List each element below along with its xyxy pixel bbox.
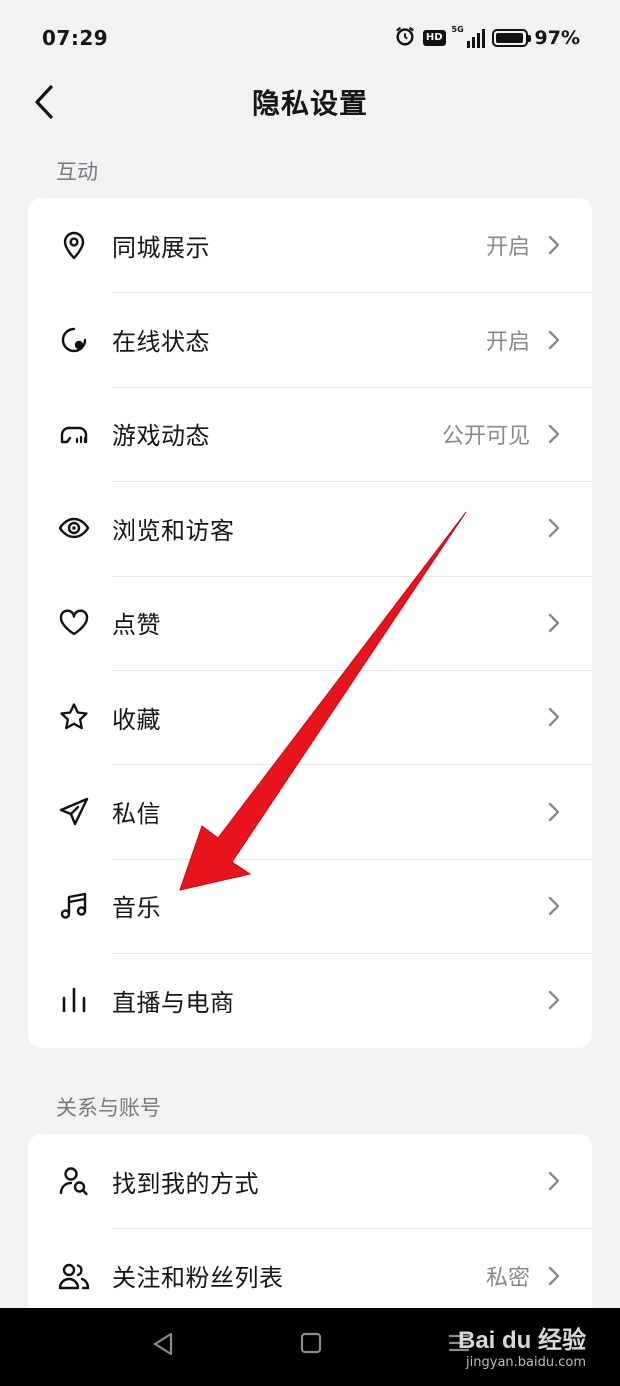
watermark-sub: jingyan.baidu.com	[466, 1355, 586, 1370]
back-button[interactable]	[22, 80, 66, 124]
section-title-interaction: 互动	[56, 160, 98, 184]
row-value: 开启	[485, 235, 530, 261]
header: 隐私设置	[0, 76, 620, 128]
signal-icon: 5G	[451, 25, 485, 48]
chevron-right-icon	[548, 329, 562, 351]
setting-row-game-activity[interactable]: 游戏动态 公开可见	[28, 386, 592, 481]
chevron-right-icon	[548, 989, 562, 1011]
battery-percent: 97%	[534, 27, 580, 49]
chevron-left-icon	[35, 85, 53, 119]
send-icon	[56, 794, 92, 830]
heart-icon	[56, 605, 92, 641]
row-label: 同城展示	[112, 233, 210, 262]
row-value: 开启	[485, 329, 530, 355]
network-type: 5G	[451, 25, 464, 34]
setting-row-messages[interactable]: 私信	[28, 764, 592, 858]
setting-row-find-me[interactable]: 找到我的方式	[28, 1134, 592, 1228]
chevron-right-icon	[548, 895, 562, 917]
status-time: 07:29	[42, 26, 109, 50]
setting-row-local-display[interactable]: 同城展示 开启	[28, 198, 592, 292]
chevron-right-icon	[548, 801, 562, 823]
settings-card-interaction: 同城展示 开启 在线状态 开启 游戏动态 公开可见 浏览和访客 点赞 收藏 私信…	[28, 198, 592, 1048]
setting-row-live-commerce[interactable]: 直播与电商	[28, 953, 592, 1047]
chevron-right-icon	[548, 612, 562, 634]
status-icons: HD 5G 97%	[394, 25, 580, 52]
row-label: 找到我的方式	[112, 1169, 259, 1198]
row-label: 私信	[112, 800, 161, 829]
gamepad-icon	[56, 416, 92, 452]
battery-fill	[495, 33, 523, 43]
row-label: 在线状态	[112, 328, 210, 357]
alarm-icon	[394, 25, 416, 52]
chevron-right-icon	[548, 706, 562, 728]
chevron-right-icon	[548, 517, 562, 539]
eye-icon	[56, 510, 92, 546]
settings-card-relations: 找到我的方式 关注和粉丝列表 私密	[28, 1134, 592, 1334]
live-bars-icon	[56, 982, 92, 1018]
row-label: 收藏	[112, 705, 161, 734]
chevron-right-icon	[548, 1265, 562, 1287]
users-icon	[56, 1258, 92, 1294]
row-label: 浏览和访客	[112, 516, 235, 545]
battery-icon	[491, 29, 531, 47]
online-status-icon	[56, 322, 92, 358]
status-bar: 07:29 HD 5G 97%	[0, 0, 620, 76]
row-label: 直播与电商	[112, 988, 235, 1017]
row-value: 公开可见	[441, 423, 530, 449]
star-icon	[56, 699, 92, 735]
chevron-right-icon	[548, 423, 562, 445]
music-note-icon	[56, 888, 92, 924]
user-search-icon	[56, 1163, 92, 1199]
row-label: 游戏动态	[112, 422, 210, 451]
watermark-main: Bai du 经验	[457, 1327, 586, 1354]
row-label: 关注和粉丝列表	[112, 1264, 284, 1293]
row-label: 点赞	[112, 611, 161, 640]
baidu-jingyan-watermark: Bai du 经验 jingyan.baidu.com	[458, 1320, 586, 1370]
hd-badge: HD	[422, 30, 446, 46]
setting-row-online-status[interactable]: 在线状态 开启	[28, 292, 592, 386]
setting-row-views-visitors[interactable]: 浏览和访客	[28, 481, 592, 575]
section-title-relations: 关系与账号	[56, 1096, 161, 1120]
row-value: 私密	[485, 1265, 530, 1291]
location-pin-icon	[56, 227, 92, 263]
row-label: 音乐	[112, 894, 161, 923]
chevron-right-icon	[548, 234, 562, 256]
nav-back-icon[interactable]	[152, 1332, 174, 1360]
system-nav-bar: Bai du 经验 jingyan.baidu.com	[0, 1308, 620, 1386]
setting-row-favorites[interactable]: 收藏	[28, 669, 592, 764]
chevron-right-icon	[548, 1170, 562, 1192]
nav-home-icon[interactable]	[300, 1332, 322, 1358]
setting-row-likes[interactable]: 点赞	[28, 575, 592, 670]
setting-row-music[interactable]: 音乐	[28, 858, 592, 953]
page-title: 隐私设置	[251, 87, 368, 120]
